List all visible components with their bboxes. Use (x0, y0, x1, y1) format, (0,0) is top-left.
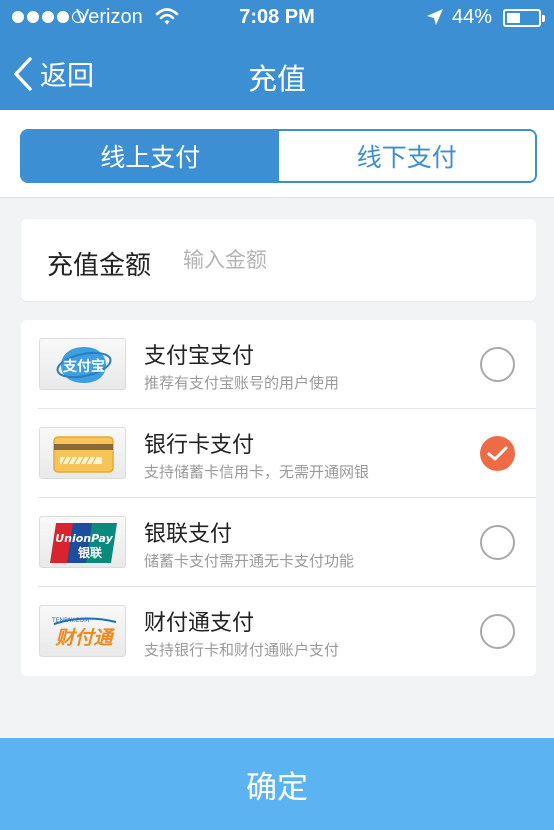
payment-name: 财付通支付 (144, 611, 255, 636)
payment-description: 储蓄卡支付需开通无卡支付功能 (144, 552, 355, 570)
page-title: 充值 (247, 62, 306, 96)
payment-type-tabs-container: 线上支付 线下支付 (0, 110, 554, 198)
radio-unchecked-icon[interactable] (480, 525, 515, 560)
radio-unchecked-icon[interactable] (480, 347, 515, 382)
tab-offline-payment[interactable]: 线下支付 (278, 131, 535, 181)
unionpay-logo: UnionPay 银联 (39, 516, 126, 568)
svg-text:银联: 银联 (78, 545, 102, 560)
payment-name: 支付宝支付 (144, 344, 255, 369)
payment-name: 银联支付 (144, 522, 233, 547)
payment-option-alipay[interactable]: 支付宝 支付宝支付 推荐有支付宝账号的用户使用 (21, 320, 536, 409)
tenpay-logo: TENPAY.COM 财付通 (39, 605, 126, 657)
payment-description: 支持银行卡和财付通账户支付 (144, 641, 340, 659)
battery-icon (503, 9, 545, 27)
battery-percent: 44% (452, 6, 493, 28)
amount-input[interactable] (183, 243, 513, 277)
payment-name: 银行卡支付 (144, 433, 255, 458)
tab-online-payment[interactable]: 线上支付 (22, 131, 279, 181)
payment-option-unionpay[interactable]: UnionPay 银联 银联支付 储蓄卡支付需开通无卡支付功能 (21, 498, 536, 587)
payment-option-tenpay[interactable]: TENPAY.COM 财付通 财付通支付 支持银行卡和财付通账户支付 (21, 587, 536, 676)
payment-description: 支持储蓄卡信用卡，无需开通网银 (144, 463, 370, 481)
svg-text:支付宝: 支付宝 (62, 358, 105, 375)
amount-card: 充值金额 (21, 219, 536, 301)
radio-unchecked-icon[interactable] (480, 614, 515, 649)
confirm-button[interactable]: 确定 (0, 738, 554, 830)
payment-method-list: 支付宝 支付宝支付 推荐有支付宝账号的用户使用 银行卡支付 支持储蓄卡信用卡，无… (21, 320, 536, 676)
status-bar: Verizon 7:08 PM 44% (0, 0, 554, 36)
amount-label: 充值金额 (47, 251, 152, 281)
location-arrow-icon (427, 9, 443, 25)
alipay-logo: 支付宝 (39, 338, 126, 390)
payment-option-bank-card[interactable]: 银行卡支付 支持储蓄卡信用卡，无需开通网银 (21, 409, 536, 498)
payment-description: 推荐有支付宝账号的用户使用 (144, 374, 340, 392)
top-bar: Verizon 7:08 PM 44% 返回 充值 (0, 0, 554, 110)
payment-type-tabs: 线上支付 线下支付 (20, 129, 537, 183)
svg-text:财付通: 财付通 (54, 627, 115, 649)
svg-text:UnionPay: UnionPay (55, 532, 113, 545)
checkmark-selected-icon[interactable] (480, 436, 515, 471)
bank-card-logo (39, 427, 126, 479)
